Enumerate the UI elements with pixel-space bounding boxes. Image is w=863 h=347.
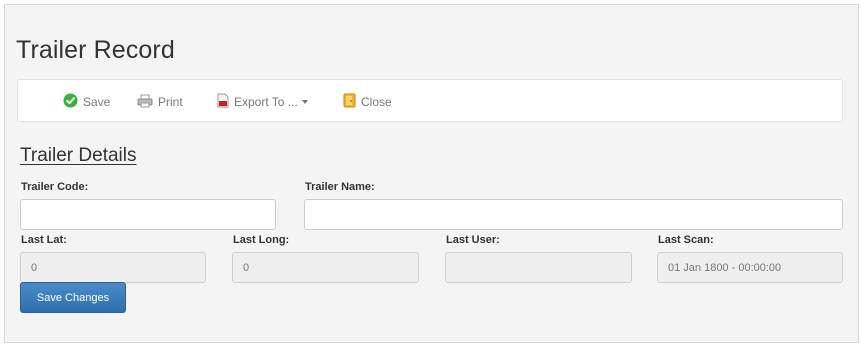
last-scan-field: 01 Jan 1800 - 00:00:00 — [657, 252, 843, 283]
print-button[interactable]: Print — [137, 93, 183, 111]
trailer-name-input[interactable] — [304, 199, 843, 230]
door-exit-icon — [343, 93, 356, 111]
close-label: Close — [361, 95, 392, 109]
section-title: Trailer Details — [20, 145, 137, 166]
last-scan-value: 01 Jan 1800 - 00:00:00 — [668, 261, 782, 274]
last-scan-label: Last Scan: — [658, 234, 714, 246]
toolbar: Save Print Export To ... Close — [17, 79, 843, 122]
page-title: Trailer Record — [16, 36, 175, 64]
close-button[interactable]: Close — [343, 93, 392, 111]
pdf-file-icon — [217, 93, 229, 111]
last-lat-label: Last Lat: — [21, 234, 67, 246]
trailer-code-input[interactable] — [20, 199, 276, 230]
printer-icon — [137, 94, 153, 111]
last-long-value: 0 — [243, 261, 250, 274]
save-button[interactable]: Save — [63, 93, 110, 111]
last-long-field: 0 — [232, 252, 419, 283]
last-lat-value: 0 — [31, 261, 38, 274]
last-long-label: Last Long: — [233, 234, 290, 246]
save-label: Save — [83, 95, 111, 109]
check-circle-icon — [63, 93, 78, 111]
last-user-label: Last User: — [446, 234, 500, 246]
trailer-name-label: Trailer Name: — [305, 181, 375, 193]
export-label: Export To ... — [234, 95, 298, 109]
print-label: Print — [158, 95, 183, 109]
last-lat-field: 0 — [20, 252, 206, 283]
chevron-down-icon — [301, 100, 308, 104]
last-user-field — [445, 252, 632, 283]
trailer-code-label: Trailer Code: — [21, 181, 89, 193]
save-changes-button[interactable]: Save Changes — [20, 282, 126, 313]
export-dropdown-button[interactable]: Export To ... — [217, 93, 308, 111]
